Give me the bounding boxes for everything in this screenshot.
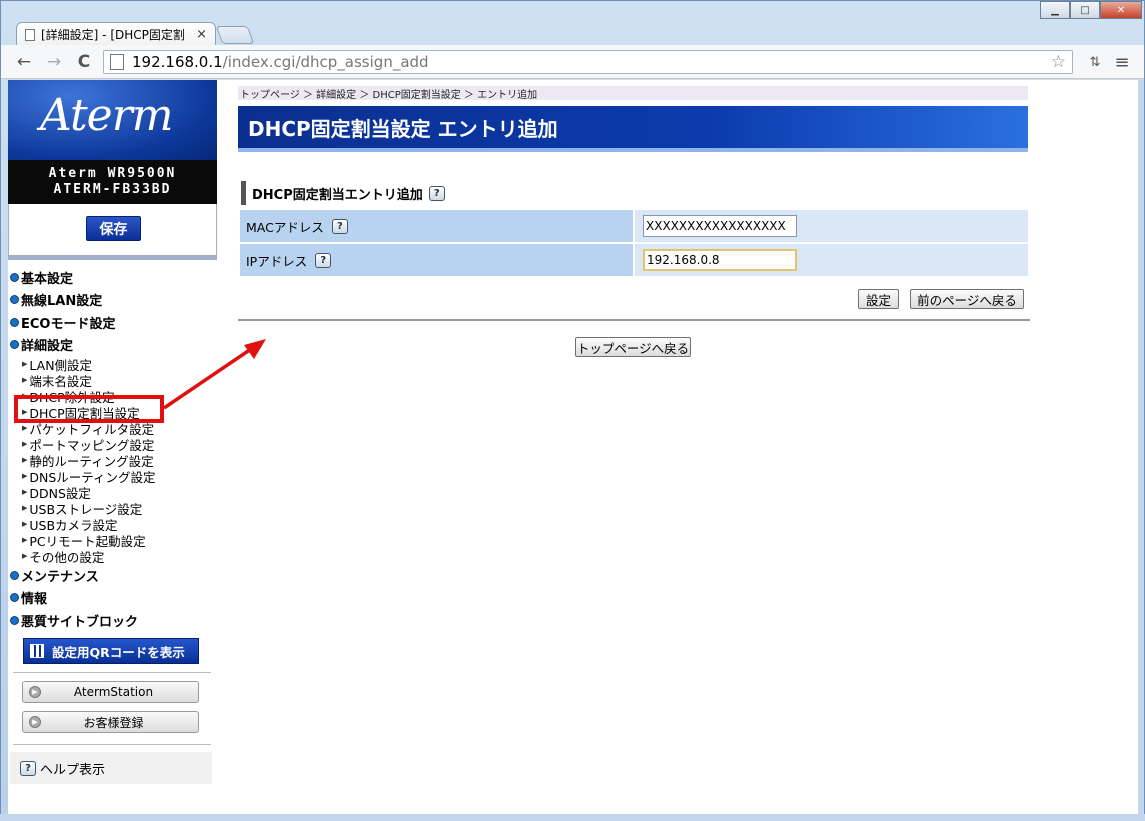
- new-tab-button[interactable]: [215, 26, 255, 44]
- play-icon: ▶: [29, 716, 41, 728]
- play-icon: ▶: [29, 686, 41, 698]
- bookmark-star-icon[interactable]: ☆: [1051, 52, 1066, 72]
- top-page-button[interactable]: トップページへ戻る: [575, 337, 691, 357]
- sidebar-separator: [13, 672, 211, 673]
- tab-strip: [詳細設定] - [DHCP固定割 ×: [8, 19, 1143, 46]
- aterm-logo: Aterm: [8, 80, 217, 160]
- chrome-menu-icon[interactable]: ≡: [1111, 52, 1133, 73]
- help-icon[interactable]: ?: [315, 252, 332, 268]
- menu-info[interactable]: 情報: [10, 587, 220, 610]
- aterm-station-button[interactable]: ▶ AtermStation: [22, 681, 199, 703]
- tab-title: [詳細設定] - [DHCP固定割: [41, 28, 185, 42]
- help-display-link[interactable]: ? ヘルプ表示: [10, 752, 212, 784]
- highlight-annotation-box: [14, 395, 164, 423]
- triangle-icon: ▶: [22, 376, 28, 384]
- browser-tab[interactable]: [詳細設定] - [DHCP固定割 ×: [16, 22, 216, 46]
- triangle-icon: ▶: [22, 424, 28, 432]
- page-content: Aterm Aterm WR9500N ATERM-FB33BD 保存 基本設定…: [8, 80, 1138, 814]
- url-host: 192.168.0.1: [132, 53, 223, 71]
- device-name: ATERM-FB33BD: [53, 182, 172, 197]
- mac-label: MACアドレス ?: [240, 210, 633, 242]
- mac-cell: XXXXXXXXXXXXXXXXX: [635, 210, 1028, 242]
- triangle-icon: ▶: [22, 360, 28, 368]
- qr-code-button[interactable]: 設定用QRコードを表示: [23, 638, 199, 664]
- url-path: /index.cgi/dhcp_assign_add: [222, 53, 429, 71]
- window-border: [0, 814, 1145, 821]
- triangle-icon: ▶: [22, 536, 28, 544]
- section-heading: DHCP固定割当エントリ追加 ?: [241, 181, 449, 205]
- help-icon[interactable]: ?: [428, 185, 445, 201]
- sidebar-divider: [8, 256, 217, 260]
- sidebar-separator: [13, 744, 211, 745]
- triangle-icon: ▶: [22, 440, 28, 448]
- triangle-icon: ▶: [22, 456, 28, 464]
- save-box: 保存: [8, 204, 217, 256]
- entry-form: MACアドレス ? XXXXXXXXXXXXXXXXX IPアドレス ? 192…: [240, 210, 1028, 278]
- triangle-icon: ▶: [22, 488, 28, 496]
- back-arrow-icon[interactable]: ←: [13, 52, 35, 72]
- customer-register-button[interactable]: ▶ お客様登録: [22, 711, 199, 733]
- maximize-button[interactable]: □: [1070, 1, 1100, 19]
- minimize-button[interactable]: ▁: [1040, 1, 1070, 19]
- set-button[interactable]: 設定: [858, 289, 899, 309]
- model-info: Aterm WR9500N ATERM-FB33BD: [8, 160, 217, 204]
- logo-text: Aterm: [40, 90, 173, 141]
- bullet-icon: [10, 593, 19, 603]
- ip-cell: 192.168.0.8: [635, 244, 1028, 276]
- bullet-icon: [10, 615, 19, 625]
- back-page-button[interactable]: 前のページへ戻る: [910, 289, 1024, 309]
- close-window-button[interactable]: ✕: [1100, 1, 1142, 19]
- menu-wireless[interactable]: 無線LAN設定: [10, 289, 220, 312]
- page-icon: [25, 28, 35, 41]
- menu-basic[interactable]: 基本設定: [10, 266, 220, 289]
- triangle-icon: ▶: [22, 552, 28, 560]
- extension-icon[interactable]: ⇅: [1084, 52, 1106, 72]
- window-border: [1138, 80, 1144, 814]
- help-icon[interactable]: ?: [331, 218, 348, 234]
- page-icon: [110, 54, 124, 70]
- submenu-other[interactable]: ▶ その他の設定: [10, 548, 220, 565]
- bullet-icon: [10, 340, 19, 350]
- menu-site-block[interactable]: 悪質サイトブロック: [10, 609, 220, 632]
- forward-arrow-icon[interactable]: →: [43, 52, 65, 72]
- address-bar[interactable]: 192.168.0.1/index.cgi/dhcp_assign_add ☆: [103, 50, 1073, 74]
- bullet-icon: [10, 272, 19, 282]
- triangle-icon: ▶: [22, 504, 28, 512]
- triangle-icon: ▶: [22, 472, 28, 480]
- divider: [238, 319, 1030, 321]
- save-button[interactable]: 保存: [86, 216, 141, 241]
- mac-address-input[interactable]: XXXXXXXXXXXXXXXXX: [643, 215, 797, 237]
- bullet-icon: [10, 570, 19, 580]
- model-name: Aterm WR9500N: [48, 166, 177, 181]
- help-icon: ?: [20, 760, 36, 776]
- window-controls: ▁ □ ✕: [1040, 1, 1142, 19]
- triangle-icon: ▶: [22, 520, 28, 528]
- reload-icon[interactable]: C: [73, 52, 95, 72]
- ip-label: IPアドレス ?: [240, 244, 633, 276]
- bullet-icon: [10, 295, 19, 305]
- mac-row: MACアドレス ? XXXXXXXXXXXXXXXXX: [240, 210, 1028, 242]
- qr-code-icon: [30, 644, 44, 658]
- bullet-icon: [10, 317, 19, 327]
- breadcrumb: トップページ ＞ 詳細設定 ＞ DHCP固定割当設定 ＞ エントリ追加: [238, 86, 1028, 101]
- menu-maintenance[interactable]: メンテナンス: [10, 564, 220, 587]
- menu-eco[interactable]: ECOモード設定: [10, 311, 220, 334]
- ip-row: IPアドレス ? 192.168.0.8: [240, 244, 1028, 276]
- annotation-arrow: [163, 339, 266, 410]
- page-title: DHCP固定割当設定 エントリ追加: [238, 106, 1028, 152]
- browser-toolbar: ← → C 192.168.0.1/index.cgi/dhcp_assign_…: [1, 45, 1144, 79]
- ip-address-input[interactable]: 192.168.0.8: [643, 249, 797, 271]
- sidebar-menu: 基本設定 無線LAN設定 ECOモード設定 詳細設定 ▶ LAN側設定 ▶ 端末名設…: [10, 266, 220, 632]
- tab-close-icon[interactable]: ×: [196, 27, 207, 42]
